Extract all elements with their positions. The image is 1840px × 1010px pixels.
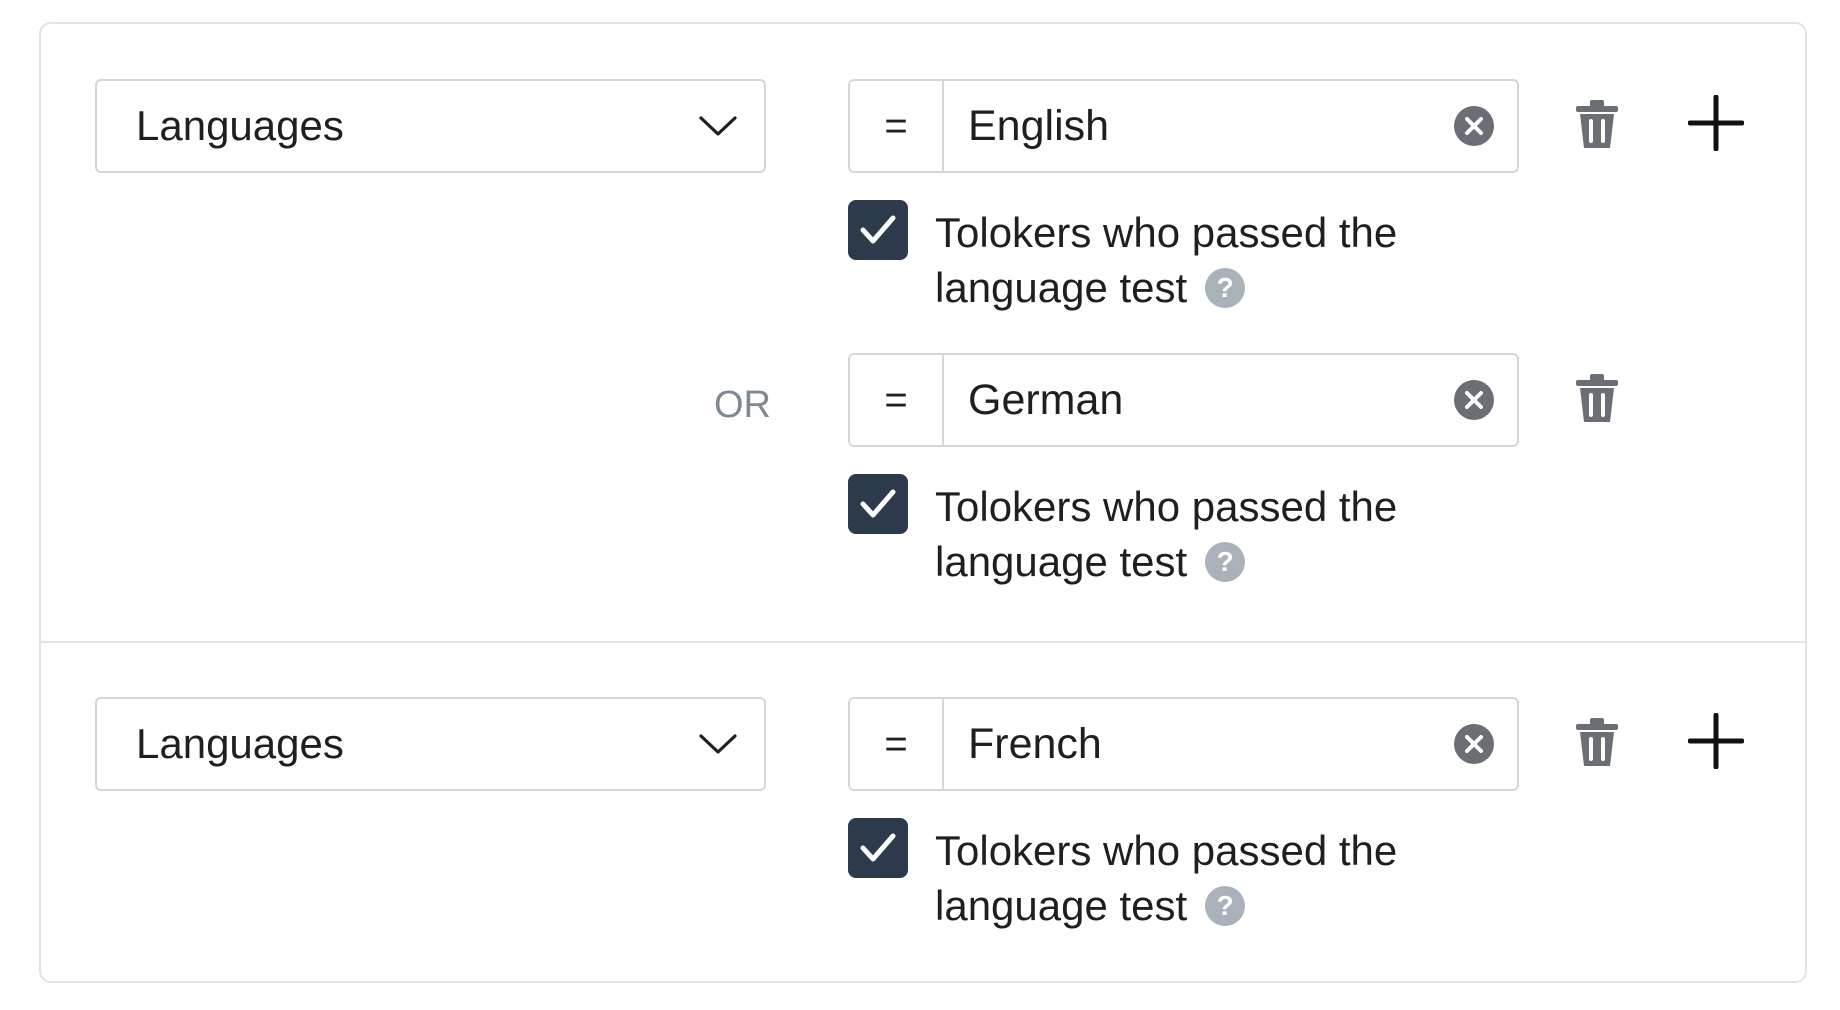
- language-test-label: Tolokers who passed the language test?: [935, 823, 1455, 933]
- clear-icon[interactable]: [1453, 379, 1495, 421]
- help-icon[interactable]: ?: [1205, 267, 1246, 308]
- trash-icon: [1576, 374, 1618, 422]
- clear-icon[interactable]: [1453, 723, 1495, 765]
- value-field-german: = German: [848, 353, 1519, 447]
- label-line-1: Tolokers who passed the: [935, 827, 1398, 874]
- value-field-french: = French: [848, 697, 1519, 791]
- clear-icon[interactable]: [1453, 105, 1495, 147]
- language-test-checkbox[interactable]: [848, 200, 908, 260]
- or-connector: OR: [714, 384, 771, 426]
- language-test-checkbox[interactable]: [848, 818, 908, 878]
- add-condition-button[interactable]: [1688, 95, 1744, 151]
- operator-select[interactable]: =: [850, 699, 944, 789]
- delete-condition-button[interactable]: [1573, 372, 1621, 424]
- field-select-label: Languages: [136, 720, 344, 767]
- value-field-english: = English: [848, 79, 1519, 173]
- delete-condition-button[interactable]: [1573, 716, 1621, 768]
- plus-icon: [1688, 713, 1744, 769]
- checkmark-icon: [860, 833, 896, 862]
- value-text[interactable]: English: [968, 102, 1453, 151]
- plus-icon: [1688, 95, 1744, 151]
- value-text[interactable]: French: [968, 720, 1453, 769]
- language-test-checkbox[interactable]: [848, 474, 908, 534]
- chevron-down-icon: [699, 116, 737, 136]
- language-test-label: Tolokers who passed the language test?: [935, 479, 1455, 589]
- field-select-label: Languages: [136, 102, 344, 149]
- trash-icon: [1576, 100, 1618, 148]
- group-divider: [41, 641, 1805, 643]
- operator-select[interactable]: =: [850, 355, 944, 445]
- label-line-1: Tolokers who passed the: [935, 209, 1398, 256]
- field-select-languages-2[interactable]: Languages: [95, 697, 766, 791]
- label-line-2: language test: [935, 882, 1188, 929]
- label-line-2: language test: [935, 538, 1188, 585]
- label-line-1: Tolokers who passed the: [935, 483, 1398, 530]
- checkmark-icon: [860, 489, 896, 518]
- field-select-languages-1[interactable]: Languages: [95, 79, 766, 173]
- value-text[interactable]: German: [968, 376, 1453, 425]
- checkmark-icon: [860, 215, 896, 244]
- help-icon[interactable]: ?: [1205, 541, 1246, 582]
- language-test-label: Tolokers who passed the language test?: [935, 205, 1455, 315]
- trash-icon: [1576, 718, 1618, 766]
- help-icon[interactable]: ?: [1205, 885, 1246, 926]
- operator-select[interactable]: =: [850, 81, 944, 171]
- add-condition-button[interactable]: [1688, 713, 1744, 769]
- chevron-down-icon: [699, 734, 737, 754]
- delete-condition-button[interactable]: [1573, 98, 1621, 150]
- label-line-2: language test: [935, 264, 1188, 311]
